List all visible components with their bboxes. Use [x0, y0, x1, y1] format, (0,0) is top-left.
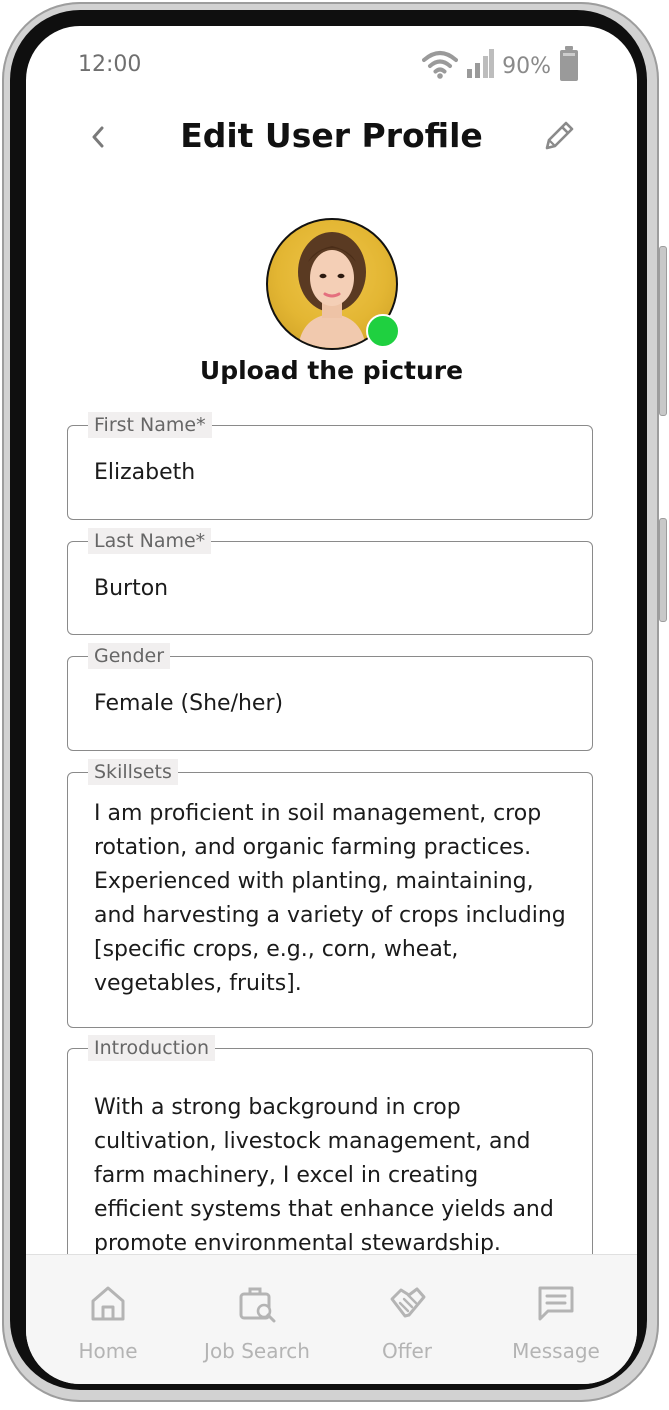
- wifi-icon: [422, 49, 459, 83]
- status-time: 12:00: [78, 52, 142, 77]
- profile-picture-upload[interactable]: [266, 218, 400, 350]
- message-icon: [536, 1283, 576, 1323]
- nav-offer[interactable]: Offer: [332, 1255, 482, 1384]
- gender-label: Gender: [88, 643, 171, 669]
- handshake-icon: [387, 1283, 427, 1323]
- upload-picture-label: Upload the picture: [199, 356, 464, 385]
- nav-offer-label: Offer: [381, 1339, 433, 1363]
- first-name-label: First Name*: [88, 412, 212, 438]
- introduction-label: Introduction: [88, 1035, 216, 1061]
- power-button: [659, 518, 667, 622]
- last-name-label: Last Name*: [88, 528, 212, 554]
- last-name-value: Burton: [94, 576, 169, 601]
- gender-value: Female (She/her): [94, 691, 284, 716]
- first-name-value: Elizabeth: [94, 460, 196, 485]
- introduction-value: With a strong background in crop cultiva…: [94, 1095, 554, 1256]
- last-name-field[interactable]: Last Name* Burton: [67, 528, 593, 635]
- nav-job-search[interactable]: Job Search: [182, 1255, 332, 1384]
- nav-message-label: Message: [512, 1339, 600, 1363]
- screen: 12:00 90% Edit User Profile Upload the p…: [26, 26, 637, 1384]
- skillsets-field[interactable]: Skillsets I am proficient in soil manage…: [67, 759, 593, 1028]
- first-name-field[interactable]: First Name* Elizabeth: [67, 412, 593, 520]
- volume-button: [659, 246, 667, 416]
- skillsets-label: Skillsets: [88, 759, 178, 785]
- skillsets-value: I am proficient in soil management, crop…: [94, 801, 566, 996]
- nav-home[interactable]: Home: [33, 1255, 183, 1384]
- gender-field[interactable]: Gender Female (She/her): [67, 643, 593, 751]
- edit-pencil-icon[interactable]: [541, 118, 577, 154]
- header: Edit User Profile: [26, 108, 637, 168]
- signal-icon: [466, 49, 495, 83]
- nav-job-search-label: Job Search: [204, 1339, 310, 1363]
- bottom-nav: Home Job Search Offer Message: [26, 1254, 637, 1384]
- battery-percent: 90%: [502, 53, 551, 79]
- nav-home-label: Home: [78, 1339, 138, 1363]
- online-status-indicator: [366, 314, 400, 348]
- nav-message[interactable]: Message: [481, 1255, 631, 1384]
- job-search-icon: [237, 1283, 277, 1323]
- battery-icon: [559, 46, 579, 86]
- status-icons: 90%: [422, 46, 579, 86]
- home-icon: [88, 1283, 128, 1323]
